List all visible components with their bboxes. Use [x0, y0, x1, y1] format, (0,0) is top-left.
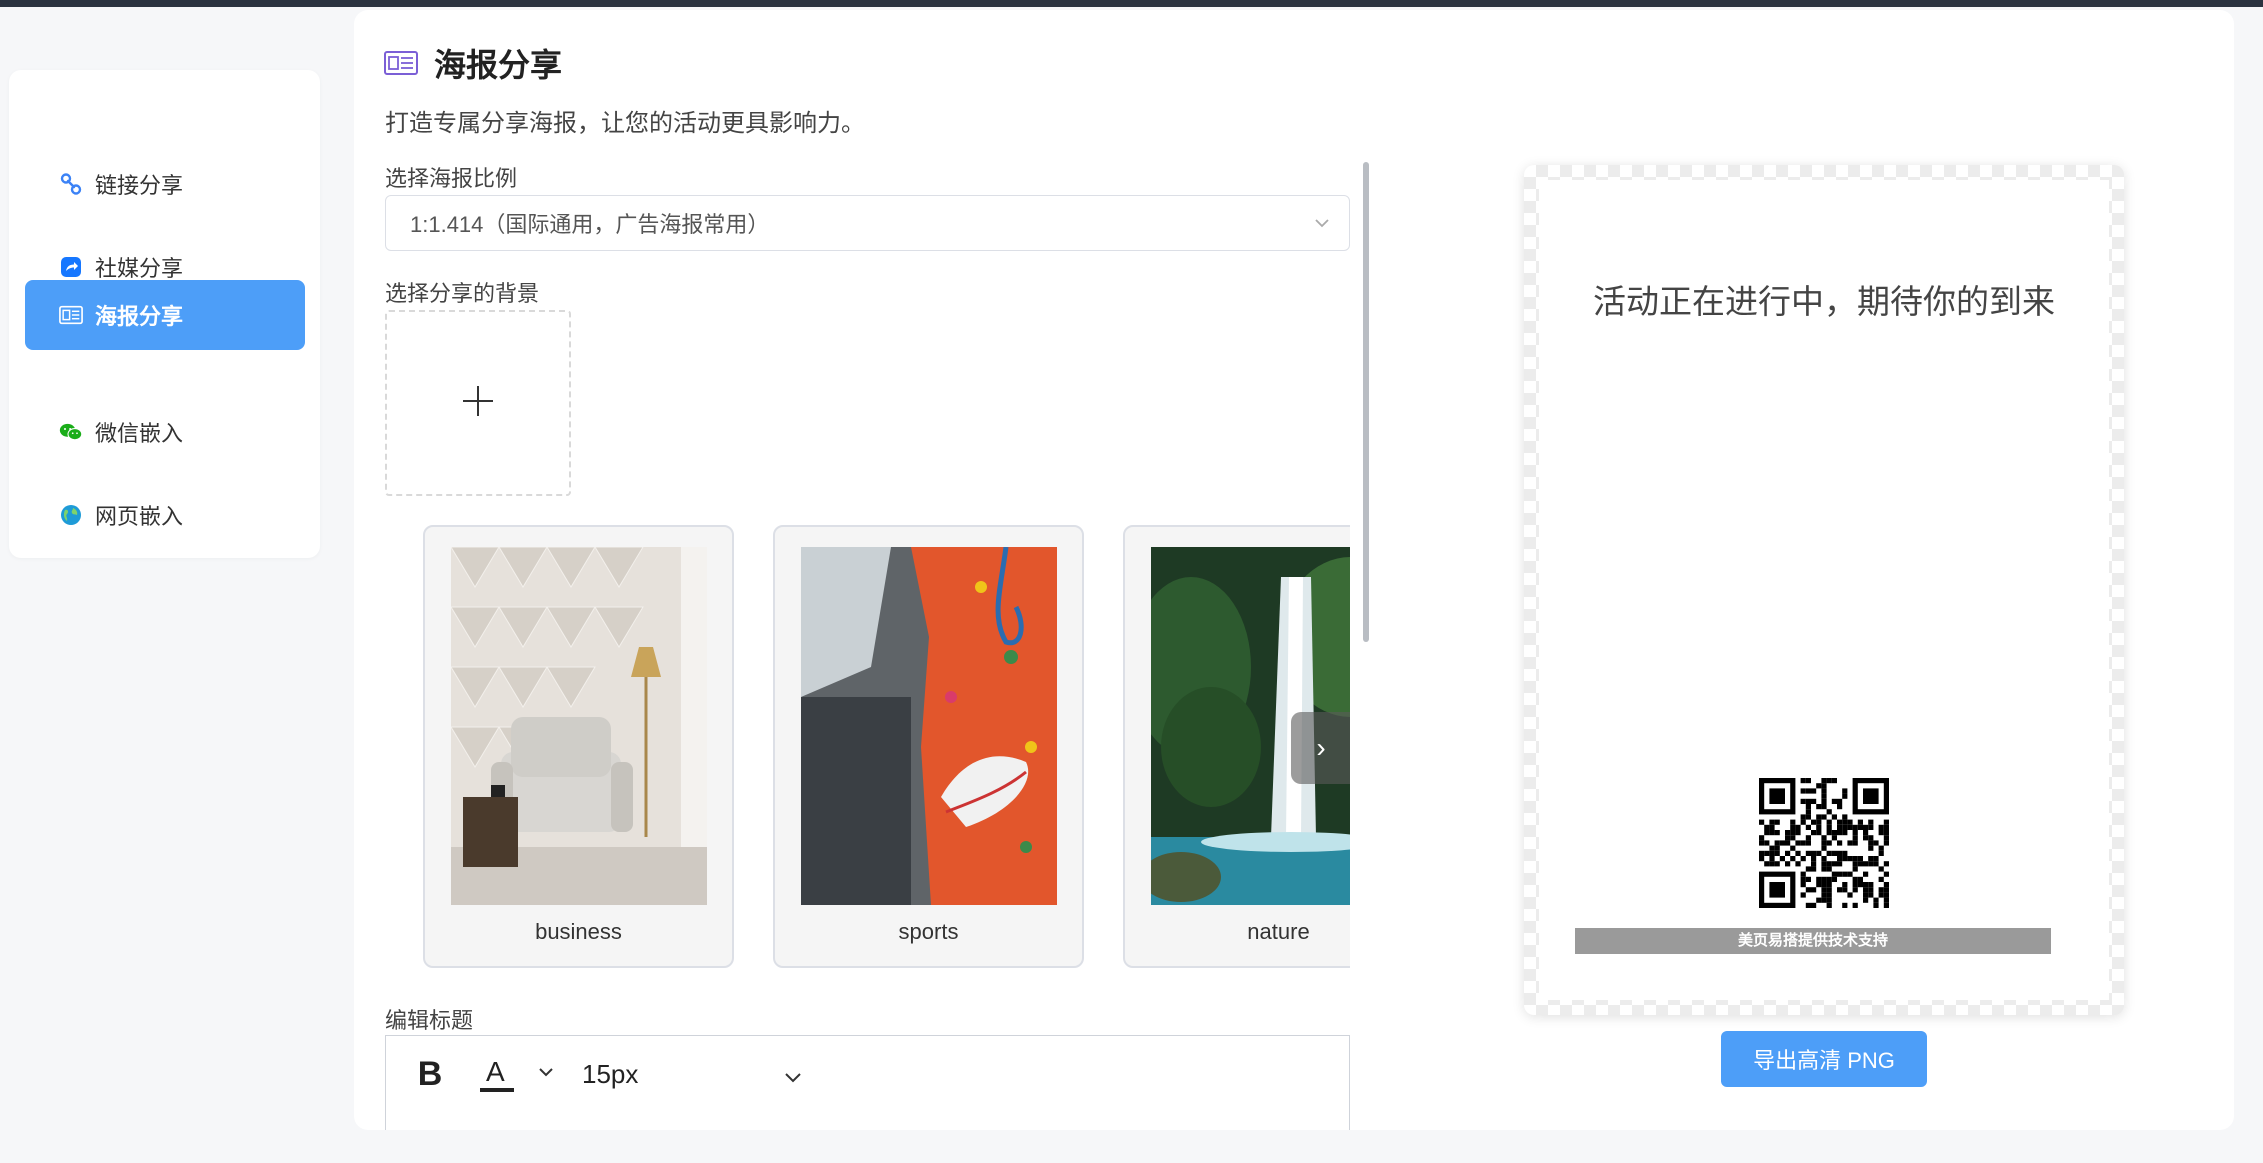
font-color-button[interactable]: A: [476, 1054, 516, 1094]
sidebar-item-label: 海报分享: [95, 304, 184, 329]
background-label: 选择分享的背景: [385, 281, 540, 306]
card-caption: sports: [898, 919, 959, 944]
plus-icon: [460, 383, 496, 424]
ratio-select[interactable]: 1:1.414（国际通用，广告海报常用）: [385, 195, 1350, 251]
page-header: 海报分享: [384, 40, 562, 86]
ratio-label: 选择海报比例: [385, 166, 518, 191]
poster-preview: 活动正在进行中，期待你的到来 美页易搭提供技术支持: [1524, 165, 2124, 1015]
background-card-sports[interactable]: sports: [773, 525, 1084, 968]
poster-canvas: 活动正在进行中，期待你的到来 美页易搭提供技术支持: [1539, 180, 2109, 1000]
sidebar-item-link-share[interactable]: 链接分享: [25, 149, 305, 219]
sidebar-item-poster-share[interactable]: 海报分享: [25, 280, 305, 350]
chevron-down-icon: [536, 1062, 556, 1087]
page-title: 海报分享: [434, 47, 563, 83]
sidebar: 链接分享 社媒分享 海报分享 微信嵌入 网页嵌入: [9, 70, 320, 558]
poster-footer: 美页易搭提供技术支持: [1575, 928, 2051, 954]
chevron-right-icon: ›: [1316, 732, 1326, 763]
globe-icon: [59, 503, 83, 527]
font-size-value: 15px: [582, 1058, 639, 1089]
sidebar-item-label: 链接分享: [95, 173, 184, 198]
background-gallery: business sports nature ›: [385, 510, 1350, 980]
poster-title: 活动正在进行中，期待你的到来: [1593, 283, 2055, 320]
qr-code: [1759, 778, 1889, 908]
card-caption: business: [535, 919, 622, 944]
chevron-down-icon: [1311, 212, 1333, 240]
top-bar: [0, 0, 2263, 7]
bold-button[interactable]: B: [414, 1054, 446, 1094]
ratio-select-value: 1:1.414（国际通用，广告海报常用）: [410, 212, 770, 237]
link-icon: [59, 172, 83, 196]
main-panel: 海报分享 打造专属分享海报，让您的活动更具影响力。 选择海报比例 1:1.414…: [354, 10, 2234, 1130]
chevron-down-icon: [782, 1064, 804, 1095]
sidebar-item-label: 网页嵌入: [95, 504, 184, 529]
sidebar-item-web-embed[interactable]: 网页嵌入: [25, 480, 305, 550]
sidebar-item-wechat-embed[interactable]: 微信嵌入: [25, 397, 305, 467]
scrollbar-thumb[interactable]: [1363, 162, 1369, 642]
page-subtitle: 打造专属分享海报，让您的活动更具影响力。: [385, 110, 865, 137]
share-icon: [59, 255, 83, 279]
card-caption: nature: [1247, 919, 1310, 944]
title-editor-toolbar: B A 15px: [385, 1035, 1350, 1130]
upload-background-button[interactable]: [385, 310, 571, 496]
editor-label: 编辑标题: [385, 1008, 474, 1033]
font-color-icon: A: [478, 1054, 514, 1094]
font-size-select[interactable]: 15px: [582, 1056, 832, 1092]
font-color-dropdown[interactable]: [534, 1060, 558, 1088]
export-png-button[interactable]: 导出高清 PNG: [1721, 1031, 1927, 1087]
background-card-business[interactable]: business: [423, 525, 734, 968]
sidebar-item-label: 社媒分享: [95, 256, 184, 281]
sports-thumbnail: [801, 547, 1057, 905]
wechat-icon: [59, 420, 83, 444]
gallery-next-button[interactable]: ›: [1291, 712, 1350, 784]
poster-icon: [384, 48, 420, 78]
sidebar-item-label: 微信嵌入: [95, 421, 184, 446]
business-thumbnail: [451, 547, 707, 905]
poster-icon: [59, 303, 83, 327]
